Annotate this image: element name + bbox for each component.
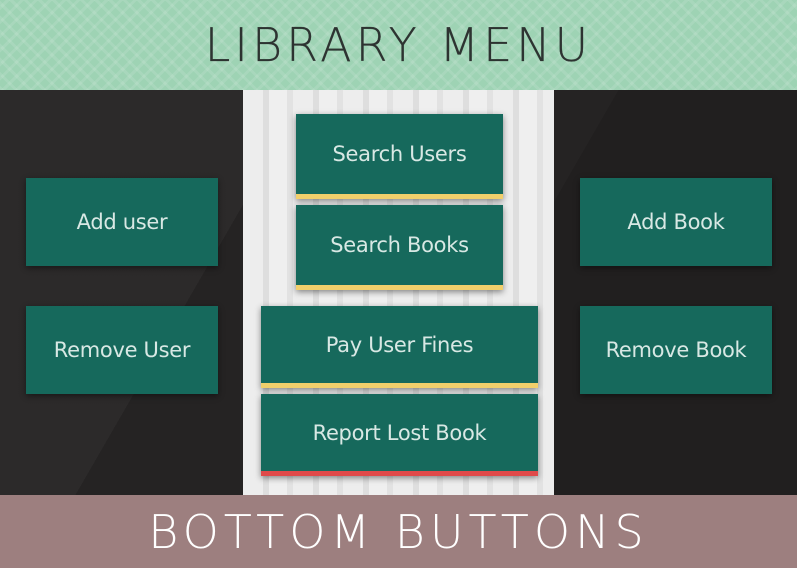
remove-book-button[interactable]: Remove Book bbox=[580, 306, 772, 394]
add-user-button[interactable]: Add user bbox=[26, 178, 218, 266]
search-books-button[interactable]: Search Books bbox=[296, 205, 503, 290]
pay-user-fines-button[interactable]: Pay User Fines bbox=[261, 306, 538, 388]
page-title: LIBRARY MENU bbox=[204, 18, 593, 72]
add-book-button[interactable]: Add Book bbox=[580, 178, 772, 266]
footer-title: BOTTOM BUTTONS bbox=[148, 504, 649, 559]
header-bar: LIBRARY MENU bbox=[0, 0, 797, 90]
report-lost-book-button[interactable]: Report Lost Book bbox=[261, 394, 538, 476]
remove-user-button[interactable]: Remove User bbox=[26, 306, 218, 394]
main-area: Add user Remove User Search Users Search… bbox=[0, 90, 797, 495]
footer-bar: BOTTOM BUTTONS bbox=[0, 495, 797, 568]
search-users-button[interactable]: Search Users bbox=[296, 114, 503, 199]
